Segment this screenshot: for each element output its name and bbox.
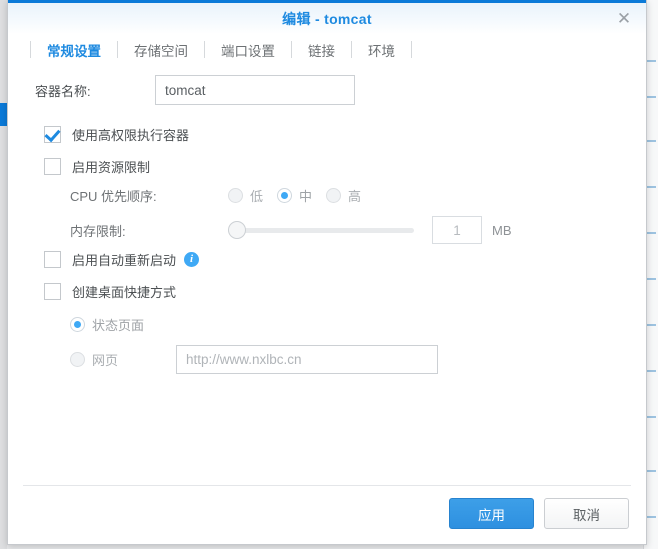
tab-label: 端口设置 [221, 43, 275, 59]
shortcut-label-status-page[interactable]: 状态页面 [92, 315, 144, 334]
high-privilege-label[interactable]: 使用高权限执行容器 [72, 125, 189, 144]
auto-restart-label[interactable]: 启用自动重新启动 [72, 250, 176, 269]
container-name-row: 容器名称: [35, 75, 595, 105]
resource-limit-label[interactable]: 启用资源限制 [72, 157, 150, 176]
desktop-shortcut-row: 创建桌面快捷方式 [44, 282, 176, 301]
container-name-label: 容器名称: [35, 83, 91, 99]
dialog-footer: 应用 取消 [8, 485, 646, 544]
tab-separator [411, 41, 412, 58]
slider-track [228, 228, 414, 233]
footer-divider [23, 485, 631, 486]
memory-limit-input[interactable] [432, 216, 482, 244]
shortcut-radio-status-page[interactable] [70, 317, 85, 332]
cpu-priority-label-high[interactable]: 高 [348, 186, 361, 205]
shortcut-status-page-row: 状态页面 [70, 315, 158, 334]
memory-limit-unit: MB [492, 222, 512, 238]
tab-bar: 常规设置 存储空间 端口设置 链接 环境 [8, 34, 646, 76]
shortcut-url-input[interactable] [176, 345, 438, 374]
tab-port-settings[interactable]: 端口设置 [205, 34, 291, 65]
info-icon[interactable]: i [184, 252, 200, 267]
auto-restart-row: 启用自动重新启动 i [44, 250, 200, 269]
container-name-input[interactable] [155, 75, 355, 105]
apply-button[interactable]: 应用 [449, 498, 534, 529]
high-privilege-checkbox[interactable] [44, 126, 61, 143]
cpu-priority-label: CPU 优先顺序: [70, 189, 157, 204]
resource-limit-row: 启用资源限制 [44, 157, 150, 176]
cpu-priority-label-medium[interactable]: 中 [299, 186, 312, 205]
background-left-accent [0, 103, 7, 126]
cpu-priority-radio-medium[interactable] [277, 188, 293, 203]
shortcut-label-web-page[interactable]: 网页 [92, 350, 162, 369]
resource-limit-checkbox[interactable] [44, 158, 61, 175]
auto-restart-checkbox[interactable] [44, 251, 61, 268]
slider-thumb[interactable] [228, 221, 246, 239]
dialog-titlebar: 编辑 - tomcat ✕ [8, 3, 646, 34]
tab-environment[interactable]: 环境 [352, 34, 411, 65]
cpu-priority-label-low[interactable]: 低 [250, 186, 263, 205]
desktop-shortcut-label[interactable]: 创建桌面快捷方式 [72, 282, 176, 301]
close-icon[interactable]: ✕ [612, 7, 636, 31]
cpu-priority-row: CPU 优先顺序: 低 中 高 [70, 186, 375, 205]
tab-storage[interactable]: 存储空间 [118, 34, 204, 65]
desktop-shortcut-checkbox[interactable] [44, 283, 61, 300]
shortcut-radio-web-page[interactable] [70, 352, 85, 367]
dialog-title: 编辑 - tomcat [282, 11, 372, 27]
cpu-priority-radio-group: 低 中 高 [228, 186, 375, 205]
memory-limit-slider[interactable] [228, 221, 414, 239]
background-left-strip [0, 0, 7, 549]
tab-links[interactable]: 链接 [292, 34, 351, 65]
general-settings-panel: 容器名称: 使用高权限执行容器 启用资源限制 CPU 优先顺序: 低 中 高 [8, 65, 646, 485]
cpu-priority-radio-low[interactable] [228, 188, 243, 203]
tab-label: 环境 [368, 43, 395, 59]
edit-container-dialog: 编辑 - tomcat ✕ 常规设置 存储空间 端口设置 链接 环境 容器名称:… [7, 0, 647, 545]
memory-limit-row: 内存限制: MB [70, 216, 512, 244]
tab-label: 链接 [308, 43, 335, 59]
tab-label: 存储空间 [134, 43, 188, 59]
shortcut-web-page-row: 网页 [70, 345, 438, 374]
cpu-priority-radio-high[interactable] [326, 188, 342, 203]
memory-limit-label: 内存限制: [70, 223, 126, 239]
cancel-button[interactable]: 取消 [544, 498, 629, 529]
high-privilege-row: 使用高权限执行容器 [44, 125, 189, 144]
